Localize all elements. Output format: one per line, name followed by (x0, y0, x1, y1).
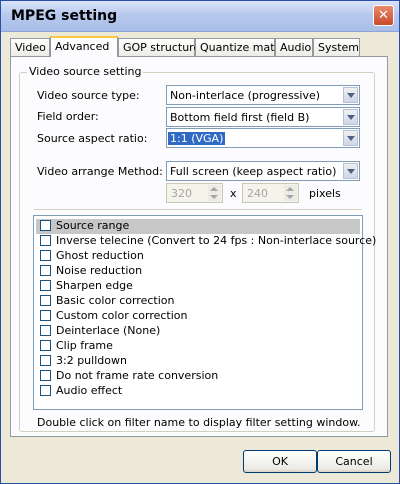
video-arrange-method-label: Video arrange Method: (37, 165, 163, 178)
close-icon: ✕ (378, 8, 389, 23)
source-aspect-ratio-label: Source aspect ratio: (37, 132, 148, 145)
filter-item-audio-effect[interactable]: Audio effect (36, 384, 360, 399)
filter-item-custom-color-correction[interactable]: Custom color correction (36, 309, 360, 324)
video-source-type-value: Non-interlace (progressive) (170, 89, 321, 102)
source-aspect-ratio-value: 1:1 (VGA) (168, 132, 226, 145)
tab-quantize-matrix[interactable]: Quantize matrix (195, 38, 289, 56)
width-value: 320 (171, 187, 192, 200)
checkbox[interactable] (40, 340, 51, 351)
checkbox[interactable] (40, 310, 51, 321)
title-bar[interactable]: MPEG setting ✕ (1, 1, 399, 32)
ok-button[interactable]: OK (243, 450, 317, 473)
filter-item-clip-frame[interactable]: Clip frame (36, 339, 360, 354)
chevron-down-icon[interactable] (343, 130, 358, 146)
filter-item-noise-reduction[interactable]: Noise reduction (36, 264, 360, 279)
field-order-label: Field order: (37, 110, 99, 123)
tab-video[interactable]: Video (10, 38, 50, 56)
filter-item-deinterlace[interactable]: Deinterlace (None) (36, 324, 360, 339)
filter-item-ghost-reduction[interactable]: Ghost reduction (36, 249, 360, 264)
source-aspect-ratio-select[interactable]: 1:1 (VGA) (166, 128, 360, 148)
filter-item-sharpen-edge[interactable]: Sharpen edge (36, 279, 360, 294)
checkbox[interactable] (40, 250, 51, 261)
video-source-type-label: Video source type: (37, 89, 140, 102)
filter-item-3-2-pulldown[interactable]: 3:2 pulldown (36, 354, 360, 369)
divider (34, 209, 362, 210)
filter-hint-text: Double click on filter name to display f… (37, 416, 361, 429)
group-legend: Video source setting (27, 65, 144, 78)
checkbox[interactable] (40, 265, 51, 276)
cancel-button[interactable]: Cancel (317, 450, 391, 473)
window-title: MPEG setting (11, 8, 118, 24)
checkbox[interactable] (40, 235, 51, 246)
filter-item-basic-color-correction[interactable]: Basic color correction (36, 294, 360, 309)
tab-system[interactable]: System (313, 38, 360, 56)
checkbox[interactable] (40, 325, 51, 336)
checkbox[interactable] (40, 295, 51, 306)
spin-arrows-icon[interactable] (284, 185, 297, 201)
filter-item-source-range[interactable]: Source range (36, 219, 360, 234)
checkbox[interactable] (40, 220, 51, 231)
filter-item-inverse-telecine[interactable]: Inverse telecine (Convert to 24 fps : No… (36, 234, 376, 249)
checkbox[interactable] (40, 355, 51, 366)
video-arrange-method-value: Full screen (keep aspect ratio) (170, 165, 337, 178)
checkbox[interactable] (40, 280, 51, 291)
height-spinner[interactable]: 240 (242, 183, 299, 203)
tab-advanced[interactable]: Advanced (50, 36, 118, 57)
spin-arrows-icon[interactable] (208, 185, 221, 201)
close-button[interactable]: ✕ (373, 5, 394, 26)
filter-list[interactable]: Source range Inverse telecine (Convert t… (33, 215, 376, 410)
checkbox[interactable] (40, 370, 51, 381)
chevron-down-icon[interactable] (343, 163, 358, 179)
width-spinner[interactable]: 320 (166, 183, 223, 203)
tab-gop-structure[interactable]: GOP structure (118, 38, 200, 56)
video-arrange-method-select[interactable]: Full screen (keep aspect ratio) (166, 161, 360, 181)
times-sign: x (230, 187, 237, 200)
height-value: 240 (247, 187, 268, 200)
field-order-select[interactable]: Bottom field first (field B) (166, 107, 360, 127)
checkbox[interactable] (40, 385, 51, 396)
field-order-value: Bottom field first (field B) (170, 111, 310, 124)
chevron-down-icon[interactable] (343, 87, 358, 103)
tab-audio[interactable]: Audio (275, 38, 313, 56)
pixels-label: pixels (309, 187, 341, 200)
video-source-type-select[interactable]: Non-interlace (progressive) (166, 85, 360, 105)
chevron-down-icon[interactable] (343, 109, 358, 125)
filter-item-no-frame-rate-conversion[interactable]: Do not frame rate conversion (36, 369, 360, 384)
